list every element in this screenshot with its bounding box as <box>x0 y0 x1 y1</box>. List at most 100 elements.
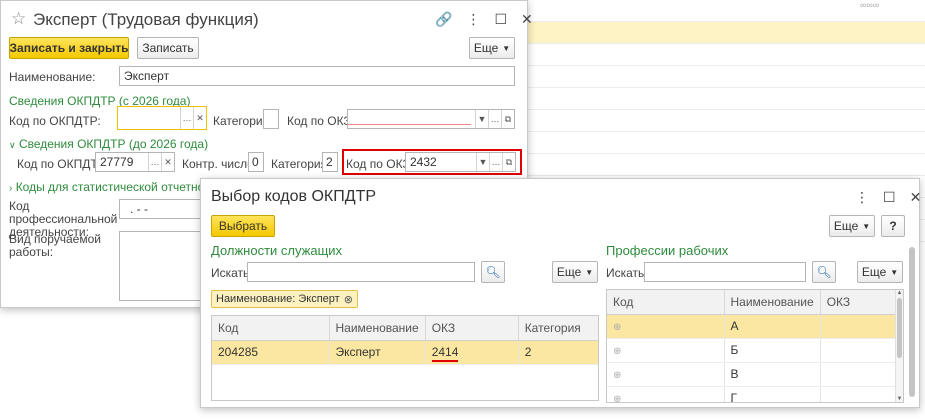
chevron-down-icon: ▼ <box>502 43 511 53</box>
old-okpdtr-value: 27779 <box>100 155 134 169</box>
select-button[interactable]: Выбрать <box>211 215 275 237</box>
check-value: 0 <box>252 155 259 169</box>
dialog-window: Выбор кодов ОКПДТР ⋮ ☐ ✕ Выбрать Еще ▼ ?… <box>200 178 922 408</box>
okpdtr-value <box>118 107 180 129</box>
cell-name: В <box>724 362 821 387</box>
open-icon[interactable]: ⧉ <box>502 153 515 171</box>
chevron-right-icon: › <box>9 183 13 194</box>
right-search-value <box>645 263 805 281</box>
okpdtr-label: Код по ОКПДТР: <box>9 114 101 128</box>
col-header[interactable]: Наименование <box>724 290 821 315</box>
okz-field[interactable]: ▼ … ⧉ <box>347 109 515 129</box>
cell-code: 204285 <box>212 340 330 365</box>
dropdown-icon[interactable]: ▼ <box>476 153 489 171</box>
old-category-field[interactable]: 2 <box>322 152 338 172</box>
section-okpdtr-before[interactable]: ∨ Сведения ОКПДТР (до 2026 года) <box>9 137 208 151</box>
col-header[interactable]: Код <box>212 316 330 341</box>
left-search-value <box>248 263 474 281</box>
left-search-input[interactable] <box>247 262 475 282</box>
maximize-icon[interactable]: ☐ <box>883 189 896 206</box>
work-textarea[interactable] <box>119 231 209 301</box>
cell-name: Г <box>724 386 821 402</box>
table-row[interactable]: ⊕ Г <box>607 386 897 402</box>
select-dots-icon[interactable]: … <box>488 110 501 128</box>
col-header[interactable]: Категория <box>518 316 598 341</box>
search-icon: 🔍︎ <box>816 265 832 279</box>
table-row[interactable]: ⊕ А <box>607 314 897 339</box>
select-dots-icon[interactable]: … <box>489 153 502 171</box>
expand-icon[interactable]: ⊕ <box>613 322 621 333</box>
old-okpdtr-field[interactable]: 27779 … ✕ <box>95 152 175 172</box>
category-field[interactable] <box>263 109 279 129</box>
dialog-scrollbar[interactable] <box>909 241 915 405</box>
more-vertical-icon[interactable]: ⋮ <box>466 11 480 28</box>
left-search-button[interactable]: 🔍︎ <box>481 261 505 283</box>
close-icon[interactable]: ✕ <box>521 11 533 28</box>
search-icon: 🔍︎ <box>485 265 501 279</box>
col-header[interactable]: ОКЗ <box>820 290 897 315</box>
more-button[interactable]: Еще ▼ <box>469 37 515 59</box>
old-category-value: 2 <box>326 155 333 169</box>
close-icon[interactable]: ✕ <box>910 189 922 206</box>
col-header[interactable]: Наименование <box>329 316 426 341</box>
scroll-down-icon[interactable]: ▼ <box>896 396 903 402</box>
clear-icon[interactable]: ✕ <box>193 107 206 129</box>
select-dots-icon[interactable]: … <box>148 153 161 171</box>
okz-label: Код по ОКЗ: <box>287 114 355 128</box>
filter-chip[interactable]: Наименование: Эксперт ⊗ <box>211 290 358 308</box>
dropdown-icon[interactable]: ▼ <box>475 110 488 128</box>
right-search-button[interactable]: 🔍︎ <box>812 261 836 283</box>
help-button[interactable]: ? <box>881 215 905 237</box>
check-field[interactable]: 0 <box>248 152 264 172</box>
cell-okz: 2414 <box>425 340 519 365</box>
more-vertical-icon[interactable]: ⋮ <box>855 189 869 206</box>
right-more-button[interactable]: Еще ▼ <box>857 261 903 283</box>
right-table: Код Наименование ОКЗ ⊕ А ⊕ Б ⊕ В ⊕ Г ▲ ▼ <box>606 289 904 403</box>
scroll-up-icon[interactable]: ▲ <box>896 290 903 296</box>
cell-code: ⊕ <box>607 314 725 339</box>
old-okz-field[interactable]: 2432 ▼ … ⧉ <box>405 152 516 172</box>
chevron-down-icon: ▼ <box>585 267 594 277</box>
expand-icon[interactable]: ⊕ <box>613 346 621 357</box>
name-label: Наименование: <box>9 70 96 84</box>
maximize-icon[interactable]: ☐ <box>494 11 507 28</box>
section-stats[interactable]: › Коды для статистической отчетности <box>9 180 223 194</box>
star-icon[interactable]: ☆ <box>11 9 26 29</box>
right-table-scrollbar[interactable]: ▲ ▼ <box>895 290 903 402</box>
form-title: Эксперт (Трудовая функция) <box>33 10 259 29</box>
section-stats-label: Коды для статистической отчетности <box>15 180 223 194</box>
expand-icon[interactable]: ⊕ <box>613 394 621 402</box>
cell-okz <box>820 338 897 363</box>
save-and-close-button[interactable]: Записать и закрыть <box>9 37 129 59</box>
right-search-input[interactable] <box>644 262 806 282</box>
expand-icon[interactable]: ⊕ <box>613 370 621 381</box>
left-more-button[interactable]: Еще ▼ <box>552 261 598 283</box>
cell-name: Б <box>724 338 821 363</box>
window-controls: 🔗 ⋮ ☐ ✕ <box>435 11 533 28</box>
open-icon[interactable]: ⧉ <box>501 110 514 128</box>
col-header[interactable]: Код <box>607 290 725 315</box>
save-button[interactable]: Записать <box>137 37 199 59</box>
scroll-thumb[interactable] <box>897 298 902 358</box>
right-heading: Профессии рабочих <box>606 243 729 258</box>
old-okz-value: 2432 <box>410 155 437 169</box>
okpdtr-field[interactable]: … ✕ <box>117 106 207 130</box>
col-header[interactable]: ОКЗ <box>425 316 519 341</box>
close-circle-icon[interactable]: ⊗ <box>344 293 353 306</box>
section-before-label: Сведения ОКПДТР (до 2026 года) <box>18 137 209 151</box>
select-dots-icon[interactable]: … <box>180 107 193 129</box>
link-icon[interactable]: 🔗 <box>435 11 452 28</box>
scroll-thumb[interactable] <box>909 247 915 397</box>
table-row[interactable]: ⊕ Б <box>607 338 897 363</box>
cell-code: ⊕ <box>607 338 725 363</box>
name-field[interactable]: Эксперт <box>119 66 515 86</box>
clear-icon[interactable]: ✕ <box>161 153 174 171</box>
dialog-more-button[interactable]: Еще ▼ <box>829 215 875 237</box>
prof-field[interactable]: . - - <box>119 199 209 219</box>
table-row[interactable]: 204285 Эксперт 2414 2 <box>212 340 598 365</box>
table-row[interactable]: ⊕ В <box>607 362 897 387</box>
cell-code: ⊕ <box>607 386 725 402</box>
okz-underlined: 2414 <box>431 345 459 362</box>
cell-name: А <box>724 314 821 339</box>
cell-category: 2 <box>518 340 598 365</box>
